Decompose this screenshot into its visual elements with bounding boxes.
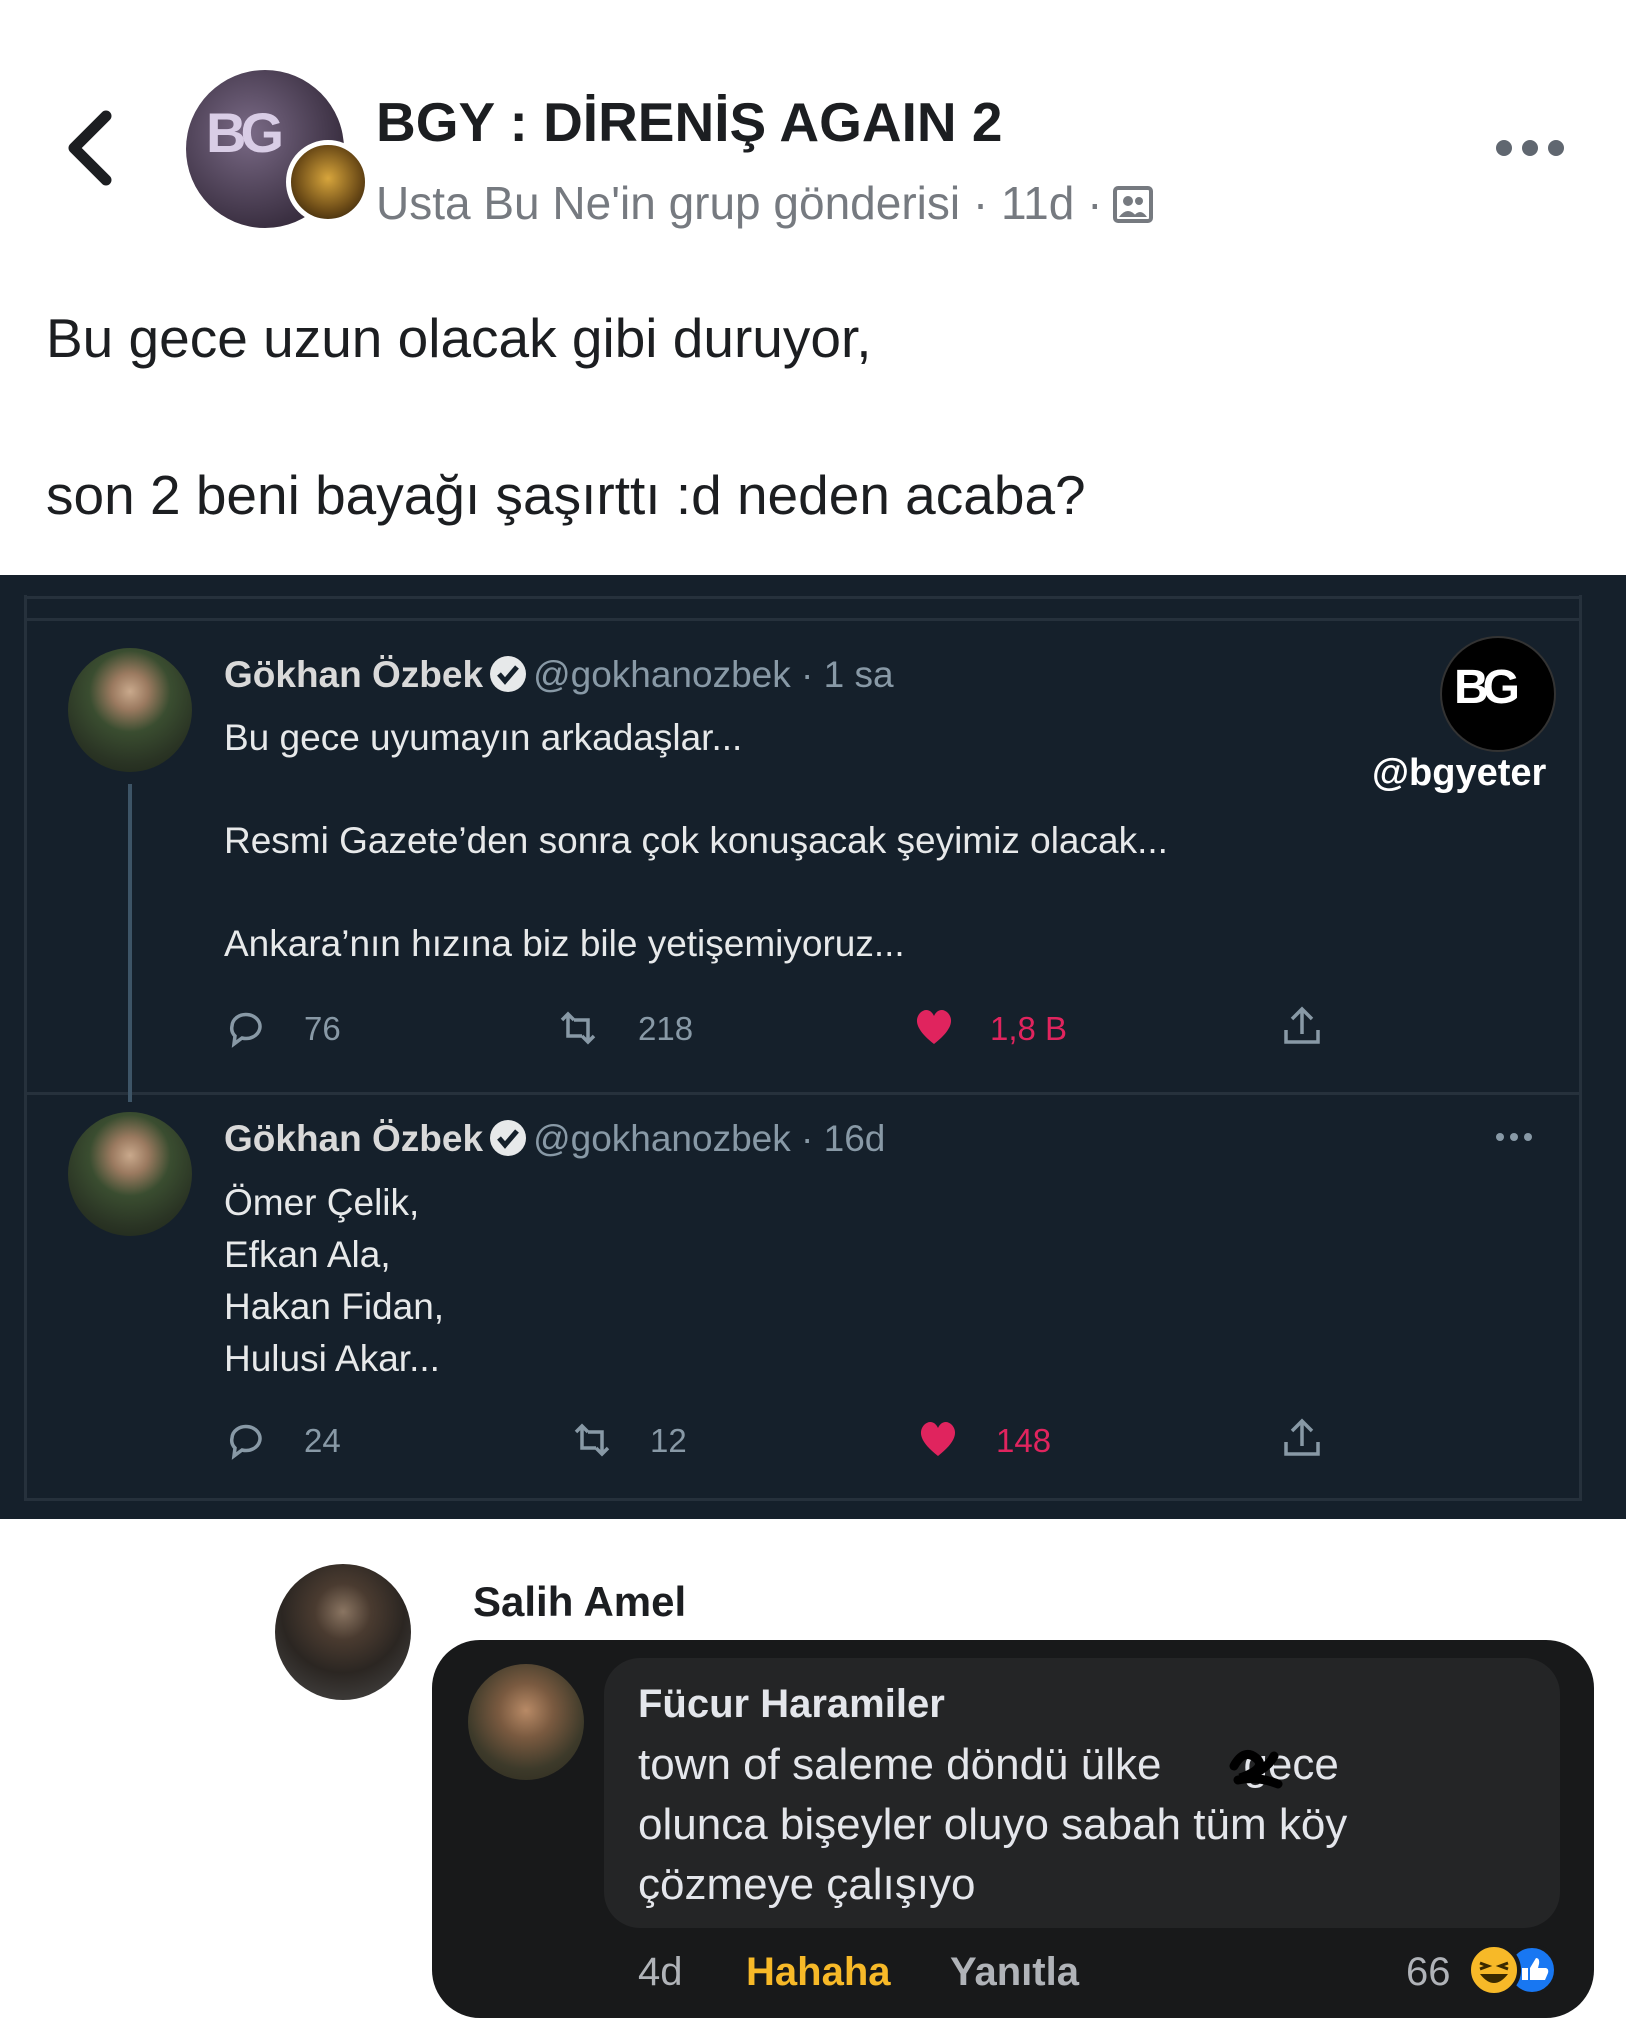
comment-time[interactable]: 4d [638,1950,683,1995]
divider [24,1498,1582,1501]
group-title[interactable]: BGY : DİRENİŞ AGAIN 2 [376,90,1002,154]
reply-count: 76 [304,1010,341,1047]
commenter-name[interactable]: Salih Amel [473,1578,686,1626]
verified-badge-icon [490,1120,527,1156]
quoted-commenter-avatar [468,1664,584,1780]
thread-line [128,784,132,1102]
quoted-comment-text: town of saleme döndü ülke [638,1740,1162,1789]
tweet-text-line: Efkan Ala, [224,1234,391,1275]
reply-icon [230,1012,262,1048]
tweet-text-line: Hakan Fidan, [224,1286,445,1327]
back-chevron-icon[interactable] [62,108,122,188]
post-text-line: Bu gece uzun olacak gibi duruyor, [46,307,872,369]
like-heart-icon [916,1009,952,1044]
post-text-line: son 2 beni bayağı şaşırttı :d neden acab… [46,464,1086,526]
retweet-count: 218 [638,1010,694,1047]
bgy-logo: BG [1440,636,1556,752]
group-privacy-icon [1113,186,1154,223]
haha-reaction-button[interactable]: Hahaha [746,1950,891,1995]
watermark-handle: @bgyeter [1372,752,1547,794]
like-count: 148 [996,1422,1052,1459]
tweet-avatar [68,648,192,772]
tweet-more-icon [1496,1133,1532,1141]
tweet-avatar [68,1112,192,1236]
like-heart-icon [920,1421,956,1456]
tweet-author: Gökhan Özbek [224,654,484,695]
quoted-comment-line: olunca bişeyler oluyo sabah tüm köy [638,1800,1348,1849]
post-meta: Usta Bu Ne'in grup gönderisi · 11d · [376,177,1103,229]
retweet-icon [574,1423,610,1457]
verified-badge-icon [490,656,527,692]
tweet-handle: @gokhanozbek · 1 sa [533,654,894,695]
quoted-comment-line: çözmeye çalışıyo [638,1860,976,1909]
divider [24,1092,1582,1095]
reaction-count[interactable]: 66 [1406,1950,1451,1995]
tweet-text-line: Resmi Gazete’den sonra çok konuşacak şey… [224,820,1168,861]
scribble-mark [1229,1749,1283,1789]
post-subtitle: Usta Bu Ne'in grup gönderisi · 11d · [376,176,1154,230]
retweet-count: 12 [650,1422,687,1459]
poster-avatar[interactable] [286,140,370,224]
tweet-handle: @gokhanozbek · 16d [533,1118,886,1159]
divider [24,618,1582,621]
reply-icon [230,1424,262,1460]
tweet-header: Gökhan Özbek @gokhanozbek · 16d [224,1118,885,1160]
haha-reaction-icon [1467,1943,1521,1997]
reply-count: 24 [304,1422,341,1459]
tweet-text-line: Bu gece uyumayın arkadaşlar... [224,717,743,758]
tweet-text-line: Ömer Çelik, [224,1182,420,1223]
tweet-header: Gökhan Özbek @gokhanozbek · 1 sa [224,654,894,696]
share-icon [1284,1418,1320,1456]
tweet-author: Gökhan Özbek [224,1118,484,1159]
divider [24,596,1582,599]
more-options-icon[interactable] [1494,136,1566,160]
retweet-icon [560,1011,596,1045]
reaction-icons[interactable] [1462,1942,1562,1998]
like-count: 1,8 B [990,1010,1068,1047]
tweet-text-line: Ankara’nın hızına biz bile yetişemiyoruz… [224,923,905,964]
share-icon [1284,1006,1320,1044]
quoted-commenter-name: Fücur Haramiler [638,1682,945,1726]
commenter-avatar[interactable] [275,1564,411,1700]
reply-button[interactable]: Yanıtla [950,1950,1079,1995]
tweet-text-line: Hulusi Akar... [224,1338,440,1379]
